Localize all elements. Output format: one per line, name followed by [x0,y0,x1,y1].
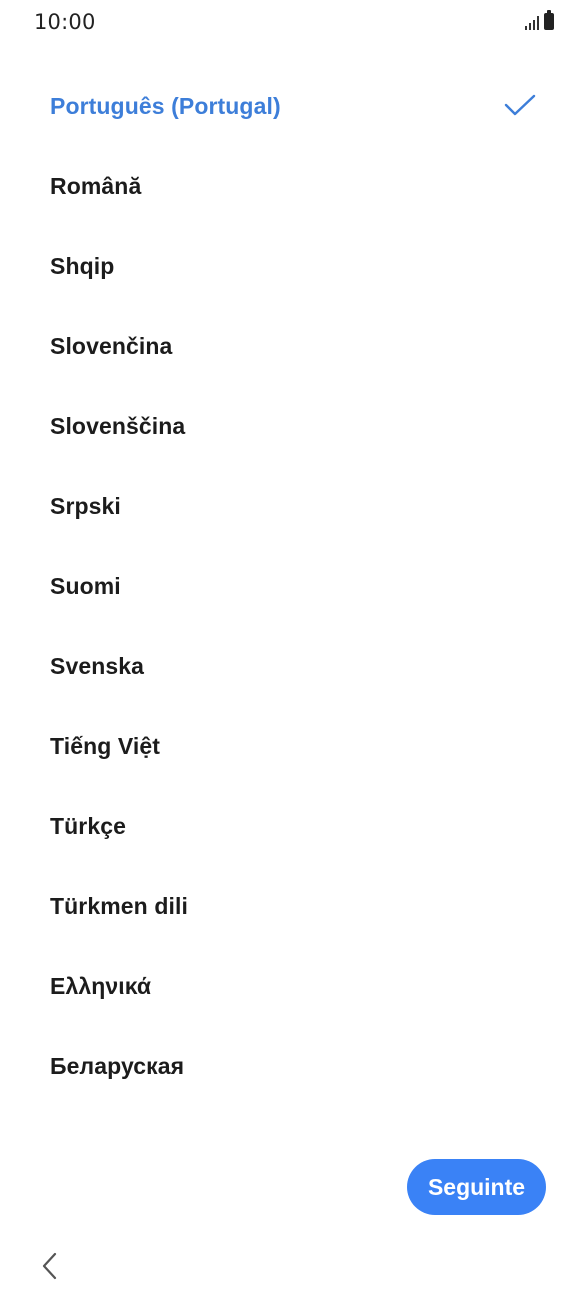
language-label: Română [50,172,142,199]
language-label: Svenska [50,652,145,679]
next-button[interactable]: Seguinte [407,1159,546,1215]
navigation-bar [0,1236,588,1306]
language-label: Srpski [50,492,121,519]
language-label: Tiếng Việt [50,732,161,759]
language-item-suomi[interactable]: Suomi [0,546,588,626]
language-item-slovencina[interactable]: Slovenčina [0,306,588,386]
language-label: Türkçe [50,812,127,839]
language-list: Português (Portugal) Română Shqip Sloven… [0,66,588,1106]
language-item-ellinika[interactable]: Ελληνικά [0,946,588,1026]
signal-icon [525,14,539,30]
language-item-tieng-viet[interactable]: Tiếng Việt [0,706,588,786]
status-bar: 10:00 [0,0,588,44]
chevron-left-icon[interactable] [36,1248,64,1284]
language-label: Português (Portugal) [50,92,281,119]
language-item-turkce[interactable]: Türkçe [0,786,588,866]
language-label: Türkmen dili [50,892,188,919]
check-icon [504,94,536,116]
battery-icon [544,10,554,30]
status-time: 10:00 [34,10,96,34]
language-item-shqip[interactable]: Shqip [0,226,588,306]
language-label: Slovenčina [50,332,173,359]
language-item-svenska[interactable]: Svenska [0,626,588,706]
language-label: Suomi [50,572,121,599]
language-item-slovenscina[interactable]: Slovenščina [0,386,588,466]
language-label: Slovenščina [50,412,186,439]
language-item-portugues-portugal[interactable]: Português (Portugal) [0,66,588,146]
language-item-romana[interactable]: Română [0,146,588,226]
status-icons [525,10,554,30]
language-label: Shqip [50,252,115,279]
language-item-srpski[interactable]: Srpski [0,466,588,546]
language-label: Беларуская [50,1052,185,1079]
language-label: Ελληνικά [50,972,152,999]
language-item-turkmen-dili[interactable]: Türkmen dili [0,866,588,946]
language-item-belaruskaya[interactable]: Беларуская [0,1026,588,1106]
